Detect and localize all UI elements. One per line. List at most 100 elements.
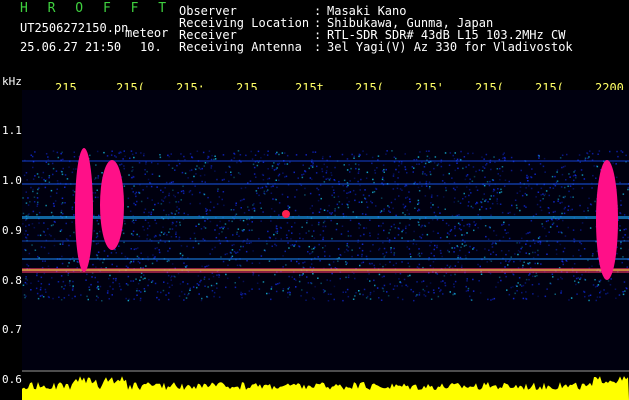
noise-speck <box>505 253 507 256</box>
noise-speck <box>263 190 266 193</box>
noise-speck <box>411 166 414 168</box>
noise-speck <box>263 153 266 156</box>
noise-speck <box>168 194 170 197</box>
noise-speck <box>472 278 474 281</box>
noise-speck <box>97 285 99 288</box>
noise-speck <box>140 200 143 203</box>
noise-speck <box>439 237 442 239</box>
noise-speck <box>216 274 218 276</box>
noise-speck <box>207 196 209 199</box>
noise-speck <box>536 274 538 277</box>
noise-speck <box>408 191 410 193</box>
noise-speck <box>593 165 595 167</box>
noise-speck <box>487 201 489 203</box>
noise-speck <box>349 219 352 222</box>
noise-speck <box>333 298 335 301</box>
noise-speck <box>131 170 133 172</box>
noise-speck <box>549 226 552 228</box>
noise-speck <box>402 229 404 231</box>
noise-speck <box>170 276 172 279</box>
noise-speck <box>347 235 350 237</box>
noise-speck <box>565 179 567 181</box>
noise-speck <box>50 224 53 227</box>
noise-speck <box>123 220 126 222</box>
noise-speck <box>25 202 28 204</box>
noise-speck <box>558 231 560 233</box>
noise-speck <box>54 200 57 202</box>
noise-speck <box>381 178 384 181</box>
noise-speck <box>490 214 492 217</box>
noise-speck <box>89 154 91 157</box>
noise-speck <box>587 209 589 212</box>
noise-speck <box>569 196 572 198</box>
noise-speck <box>392 175 395 177</box>
noise-speck <box>251 208 254 210</box>
noise-speck <box>516 290 518 292</box>
noise-speck <box>189 289 191 291</box>
noise-speck <box>97 296 99 299</box>
noise-speck <box>240 291 242 294</box>
noise-speck <box>454 225 456 228</box>
noise-speck <box>37 255 39 258</box>
noise-speck <box>115 252 117 254</box>
noise-speck <box>106 292 109 294</box>
noise-speck <box>458 214 460 216</box>
noise-speck <box>71 208 73 210</box>
noise-speck <box>467 289 469 292</box>
noise-speck <box>145 163 147 165</box>
noise-speck <box>492 242 494 244</box>
noise-speck <box>270 208 273 210</box>
noise-speck <box>196 150 199 152</box>
noise-speck <box>309 207 312 210</box>
noise-speck <box>143 152 145 155</box>
noise-speck <box>309 192 312 195</box>
noise-speck <box>25 295 27 297</box>
noise-speck <box>206 209 208 211</box>
noise-speck <box>162 200 165 202</box>
noise-speck <box>365 213 367 216</box>
noise-speck <box>295 154 298 156</box>
noise-speck <box>466 174 469 176</box>
noise-speck <box>287 288 289 290</box>
noise-speck <box>430 196 433 198</box>
noise-speck <box>130 233 133 235</box>
noise-speck <box>132 230 135 232</box>
noise-speck <box>73 260 75 262</box>
noise-speck <box>487 298 489 301</box>
noise-speck <box>274 273 276 276</box>
noise-speck <box>321 168 323 170</box>
noise-speck <box>127 197 130 200</box>
noise-speck <box>490 253 492 255</box>
noise-speck <box>143 211 145 214</box>
noise-speck <box>623 214 626 216</box>
noise-speck <box>614 288 617 290</box>
noise-speck <box>96 287 98 289</box>
noise-speck <box>52 173 54 176</box>
noise-speck <box>383 275 385 278</box>
noise-speck <box>454 280 457 283</box>
noise-speck <box>537 191 540 193</box>
noise-speck <box>355 292 357 294</box>
noise-speck <box>235 204 237 206</box>
noise-speck <box>462 198 464 200</box>
noise-speck <box>556 219 558 221</box>
noise-speck <box>562 196 565 198</box>
noise-speck <box>291 244 294 246</box>
noise-speck <box>288 247 290 249</box>
noise-speck <box>621 261 623 264</box>
noise-speck <box>577 281 580 284</box>
noise-speck <box>529 262 531 264</box>
noise-speck <box>237 228 240 230</box>
noise-speck <box>365 153 368 156</box>
noise-speck <box>298 280 301 283</box>
noise-speck <box>547 219 549 222</box>
noise-speck <box>25 219 27 221</box>
noise-speck <box>551 175 554 178</box>
noise-speck <box>583 290 585 293</box>
noise-speck <box>500 262 502 264</box>
noise-speck <box>206 265 208 267</box>
noise-speck <box>64 174 67 176</box>
noise-speck <box>612 162 614 164</box>
noise-speck <box>511 204 513 207</box>
noise-speck <box>361 249 364 252</box>
